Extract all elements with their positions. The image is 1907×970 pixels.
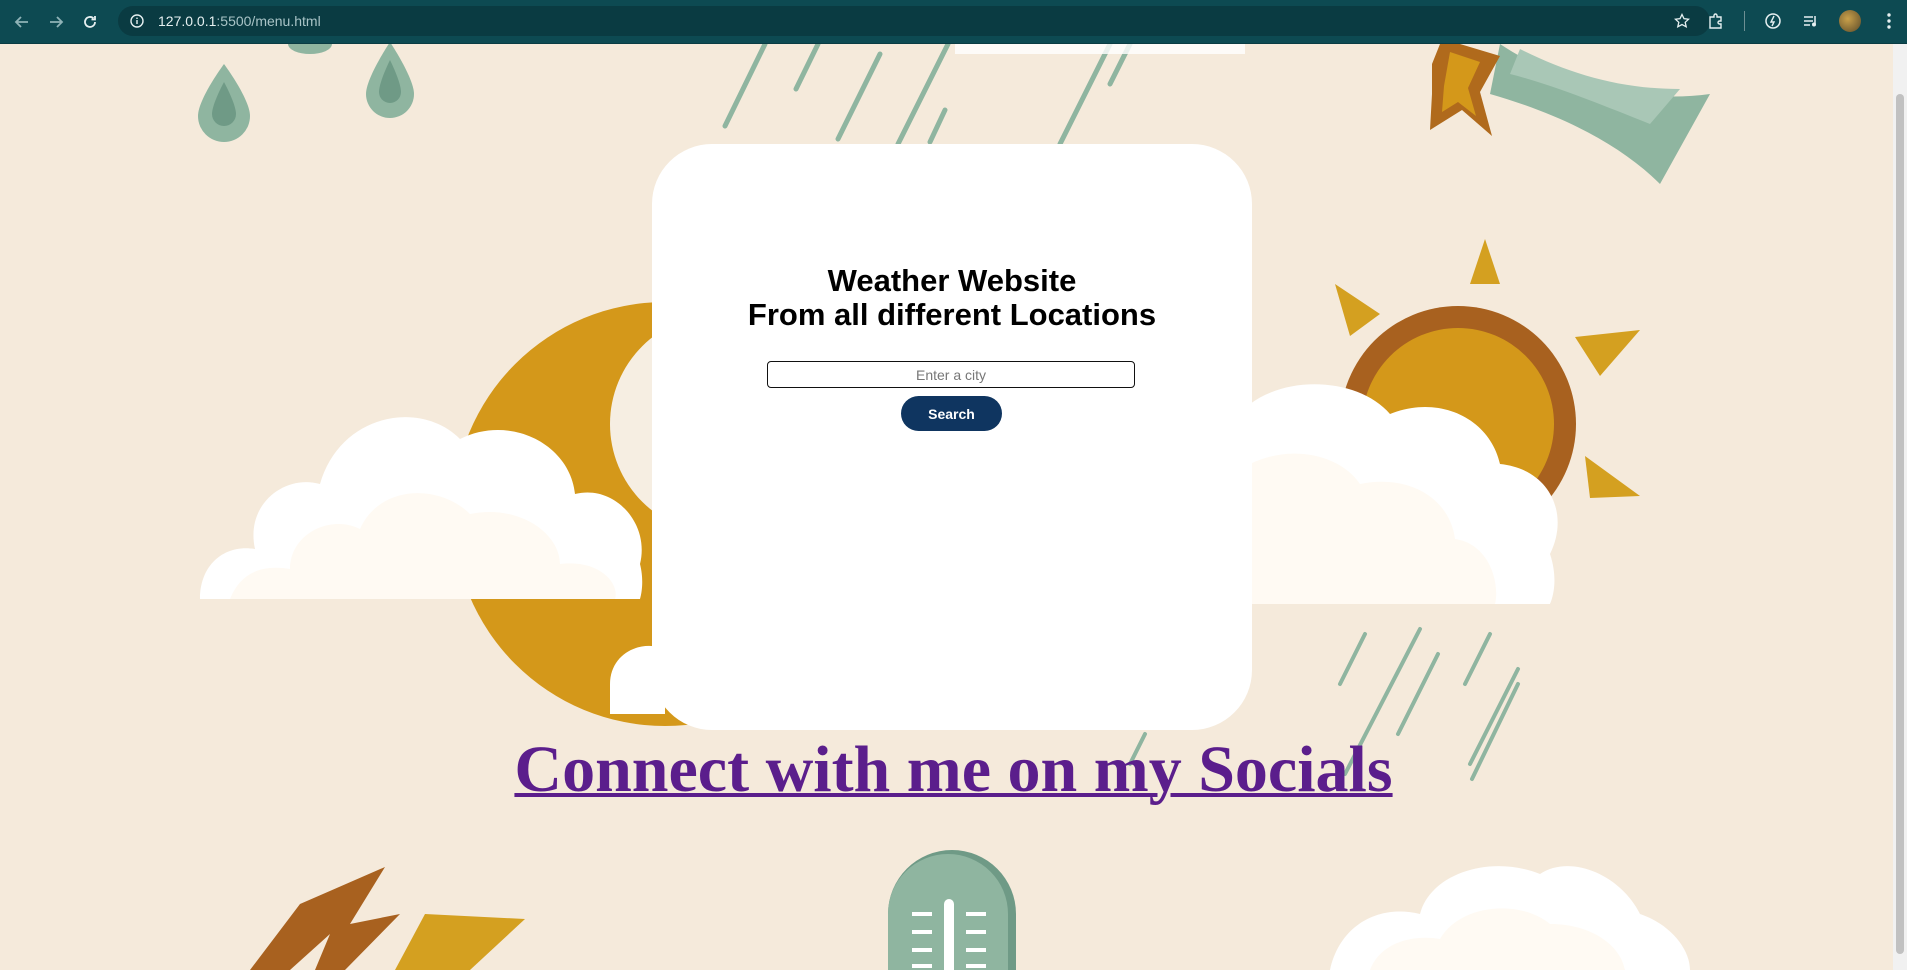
extensions-icon[interactable] [1706, 11, 1726, 31]
scrollbar-thumb[interactable] [1896, 94, 1904, 954]
cloud-icon [1330, 866, 1690, 970]
address-bar[interactable]: 127.0.0.1:5500/menu.html [118, 6, 1710, 36]
shooting-star-icon [1430, 44, 1710, 184]
search-button[interactable]: Search [901, 396, 1002, 431]
site-info-icon[interactable] [130, 14, 144, 28]
socials-link[interactable]: Connect with me on my Socials [0, 732, 1907, 808]
browser-toolbar: 127.0.0.1:5500/menu.html [0, 0, 1907, 44]
profile-avatar[interactable] [1839, 10, 1861, 32]
raindrop-icon [366, 44, 414, 118]
url-text: 127.0.0.1:5500/menu.html [158, 13, 321, 29]
lightning-icon [250, 867, 525, 970]
media-controls-icon[interactable] [1801, 11, 1821, 31]
bookmark-star-icon[interactable] [1673, 12, 1691, 29]
toolbar-divider [1744, 11, 1745, 31]
thermometer-icon [888, 850, 1016, 970]
back-icon[interactable] [10, 10, 34, 34]
reload-icon[interactable] [78, 10, 102, 34]
menu-icon[interactable] [1879, 11, 1899, 31]
title-line-2: From all different Locations [747, 297, 1157, 332]
city-search-input[interactable] [767, 361, 1135, 388]
weather-search-card: Weather Website From all different Locat… [652, 144, 1252, 730]
scrollbar[interactable] [1893, 44, 1907, 970]
rain-lines-top [722, 44, 1133, 147]
raindrop-icon [198, 64, 250, 142]
forward-icon[interactable] [44, 10, 68, 34]
performance-icon[interactable] [1763, 11, 1783, 31]
title-line-1: Weather Website [827, 263, 1077, 298]
page-viewport: Weather Website From all different Locat… [0, 44, 1907, 970]
page-title: Weather Website From all different Locat… [652, 264, 1252, 332]
